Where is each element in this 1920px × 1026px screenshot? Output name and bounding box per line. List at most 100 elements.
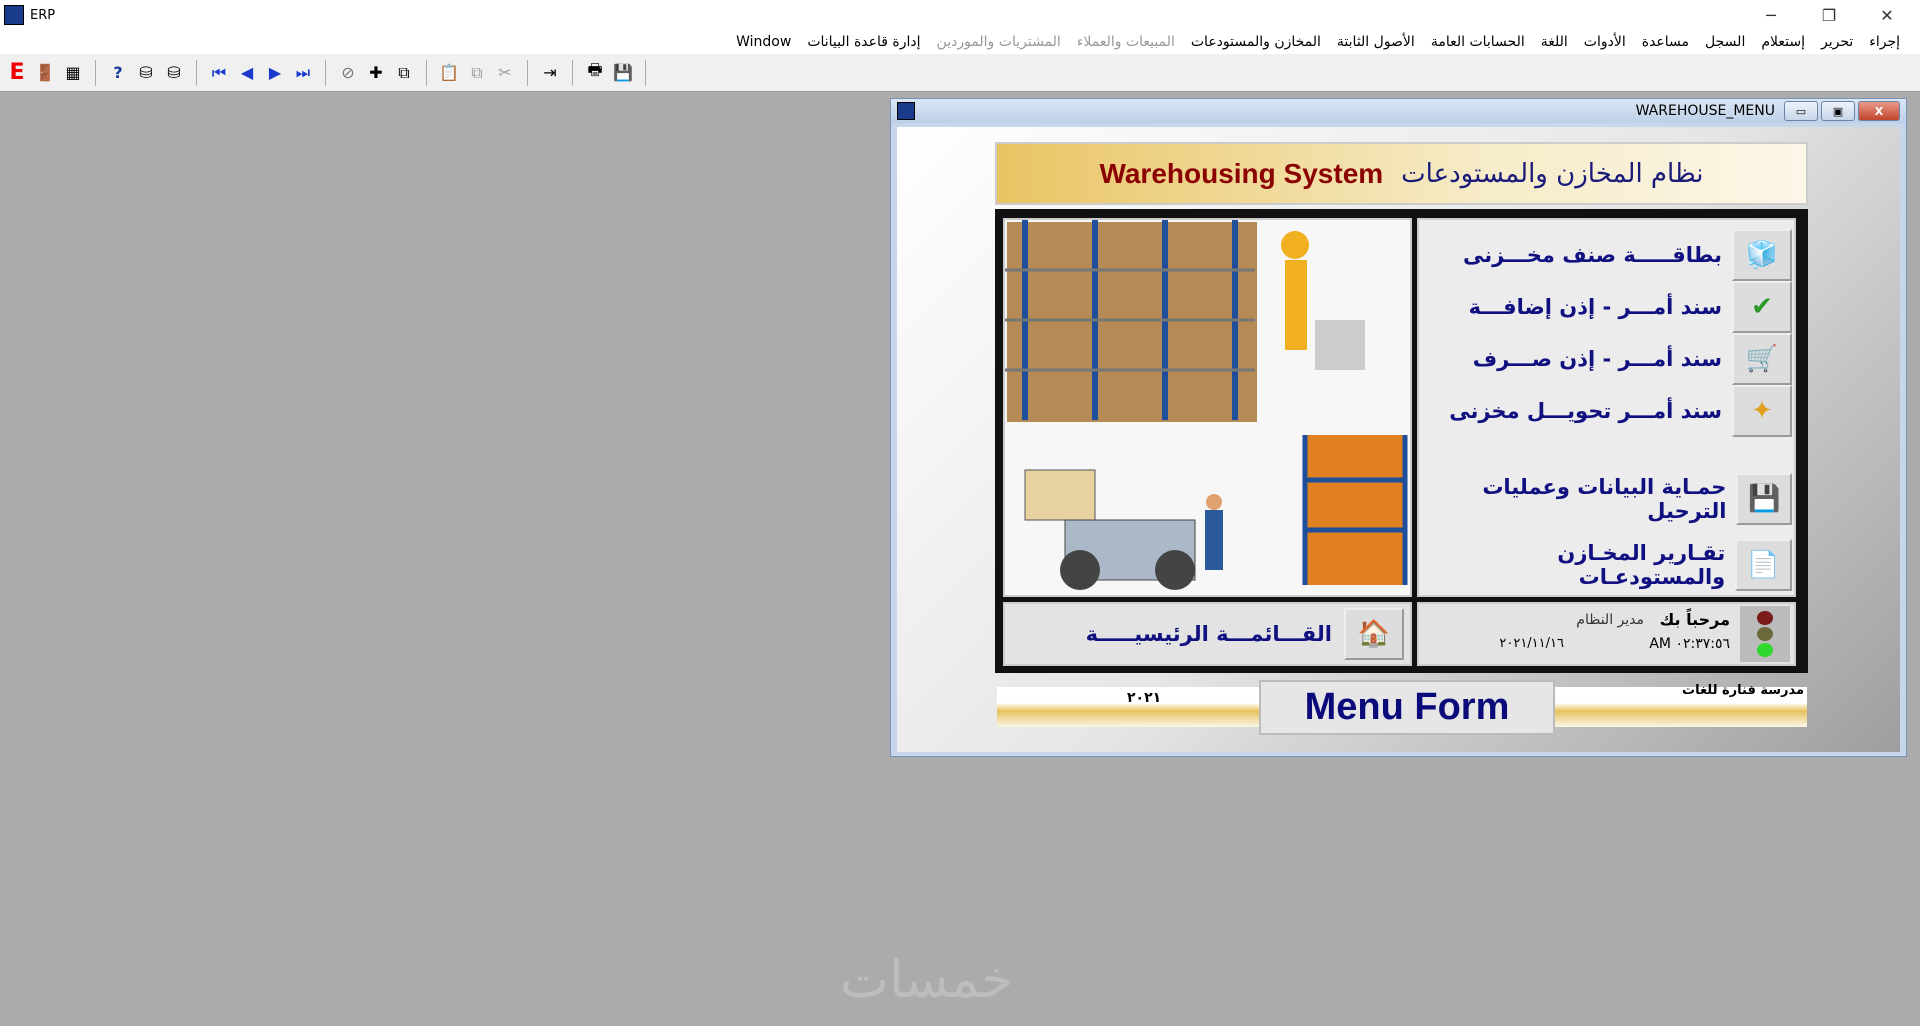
cancel-icon[interactable]: ⊘ (337, 62, 359, 84)
main-menu-home-button[interactable]: 🏠 (1344, 608, 1404, 660)
menu-item-label: سند أمـــر - إذن إضافـــة (1468, 295, 1722, 319)
banner-title-en: Warehousing System (1099, 157, 1384, 189)
menu-bar: إجراء تحرير إستعلام السجل مساعدة الأدوات اللغة… (0, 30, 1920, 54)
menu-item-label: بطاقـــــة صنف مخـــزنى (1463, 243, 1722, 267)
child-title-bar: WAREHOUSE_MENU ▭ ▣ X (891, 99, 1906, 123)
cubes-icon: 🧊 (1745, 240, 1779, 270)
close-button[interactable]: ✕ (1864, 0, 1910, 30)
menu-item-button[interactable]: 📄 (1735, 539, 1792, 591)
menu-item-label: تقـارير المخـازن والمستودعـات (1557, 541, 1726, 589)
form-icon (897, 102, 915, 120)
menu-item-row[interactable]: بطاقـــــة صنف مخـــزنى 🧊 (1422, 228, 1792, 282)
menu-item[interactable]: المشتريات والموردين (937, 34, 1061, 50)
menu-item-button[interactable]: ✔ (1732, 281, 1792, 333)
menu-items-panel: بطاقـــــة صنف مخـــزنى 🧊 سند أمـــر - إذن… (1417, 218, 1796, 597)
menu-item[interactable]: الحسابات العامة (1431, 34, 1525, 50)
user-info-panel: مرحباً بك مدير النظام AM ٠٢:٣٧:٥٦ ٢٠٢١/١… (1417, 602, 1796, 666)
menu-item-row[interactable]: سند أمـــر - إذن إضافـــة ✔ (1422, 280, 1792, 334)
separator (527, 59, 528, 86)
separator (196, 59, 197, 86)
separator (95, 59, 96, 86)
menu-item[interactable]: اللغة (1541, 34, 1568, 50)
menu-item-row[interactable]: سند أمـــر تحويـــل مخزنى ✦ (1422, 384, 1792, 438)
checkmark-icon: ✔ (1751, 292, 1773, 322)
form-canvas: Warehousing System نظام المخازن والمستود… (897, 127, 1900, 752)
menu-item[interactable]: تحرير (1821, 34, 1853, 50)
app-title-bar: ERP ─ ❐ ✕ (0, 0, 1920, 30)
app-title: ERP (30, 7, 56, 23)
next-record-icon[interactable]: ▶ (264, 62, 286, 84)
app-icon (4, 5, 24, 25)
last-record-icon[interactable]: ⏭ (292, 62, 314, 84)
menu-item-row[interactable]: تقـارير المخـازن والمستودعـات 📄 (1422, 538, 1792, 592)
menu-item-label: سند أمـــر - إذن صـــرف (1472, 347, 1722, 371)
child-title: WAREHOUSE_MENU (1635, 103, 1775, 119)
menu-item-label: حمـاية البيانات وعمليات الترحيل (1482, 475, 1727, 523)
footer-year: ٢٠٢١ (1127, 690, 1162, 706)
menu-item[interactable]: إجراء (1869, 34, 1900, 50)
commit-icon[interactable]: ⇥ (539, 62, 561, 84)
child-close-button[interactable]: X (1858, 101, 1900, 121)
help-button[interactable]: ? (107, 62, 129, 84)
form-icon[interactable]: ▦ (62, 62, 84, 84)
menu-item[interactable]: المبيعات والعملاء (1077, 34, 1175, 50)
separator (572, 59, 573, 86)
menu-item-label: سند أمـــر تحويـــل مخزنى (1449, 399, 1722, 423)
transfer-icon: ✦ (1751, 396, 1773, 426)
exit-button[interactable]: E (6, 60, 28, 85)
menu-item[interactable]: إستعلام (1761, 34, 1805, 50)
previous-record-icon[interactable]: ◀ (236, 62, 258, 84)
watermark: خمسات (840, 950, 1014, 1010)
menu-item[interactable]: إدارة قاعدة البيانات (807, 34, 920, 50)
traffic-light-icon (1740, 606, 1790, 662)
cut-icon[interactable]: ✂ (494, 62, 516, 84)
form-name-label: Menu Form (1259, 680, 1555, 735)
current-time: AM ٠٢:٣٧:٥٦ (1649, 636, 1730, 652)
main-menu-label: القـــائمـــة الرئيسيـــــة (1085, 622, 1332, 646)
system-banner: Warehousing System نظام المخازن والمستود… (995, 142, 1808, 205)
child-maximize-button[interactable]: ▣ (1821, 101, 1855, 121)
menu-item[interactable]: المخازن والمستودعات (1191, 34, 1321, 50)
separator (426, 59, 427, 86)
user-name: مدير النظام (1576, 612, 1644, 628)
menu-item[interactable]: Window (736, 34, 791, 50)
menu-item-button[interactable]: ✦ (1732, 385, 1792, 437)
menu-item-button[interactable]: 💾 (1736, 473, 1792, 525)
welcome-text: مرحباً بك (1659, 610, 1730, 629)
minimize-button[interactable]: ─ (1748, 0, 1794, 30)
warehouse-menu-window: WAREHOUSE_MENU ▭ ▣ X Warehousing System … (890, 98, 1907, 757)
save-icon[interactable]: 💾 (612, 62, 634, 84)
report-icon: 📄 (1747, 550, 1780, 580)
copy-icon[interactable]: ⧉ (466, 62, 488, 84)
menu-item[interactable]: الأصول الثابتة (1337, 34, 1415, 50)
menu-item-button[interactable]: 🛒 (1732, 333, 1792, 385)
query-run-icon[interactable]: ⛁ (163, 62, 185, 84)
save-icon: 💾 (1748, 484, 1781, 514)
warehouse-illustration (1003, 218, 1412, 597)
print-icon[interactable]: 🖶 (584, 60, 606, 84)
separator (645, 59, 646, 86)
query-icon[interactable]: ⛁ (135, 62, 157, 84)
first-record-icon[interactable]: ⏮ (208, 62, 230, 84)
insert-record-icon[interactable]: ✚ (365, 62, 387, 84)
school-name: مدرسة فنارة للغات (1682, 683, 1805, 698)
cart-icon: 🛒 (1745, 344, 1779, 374)
menu-frame: بطاقـــــة صنف مخـــزنى 🧊 سند أمـــر - إذن… (995, 209, 1808, 673)
house-icon: 🏠 (1357, 619, 1391, 649)
main-menu-panel: القـــائمـــة الرئيسيـــــة 🏠 (1003, 602, 1412, 666)
menu-item[interactable]: الأدوات (1584, 34, 1626, 50)
restore-button[interactable]: ❐ (1806, 0, 1852, 30)
delete-record-icon[interactable]: ⧉ (393, 62, 415, 84)
current-date: ٢٠٢١/١١/١٦ (1499, 636, 1564, 651)
door-icon[interactable]: 🚪 (34, 62, 56, 84)
banner-title-ar: نظام المخازن والمستودعات (1401, 158, 1704, 189)
child-minimize-button[interactable]: ▭ (1784, 101, 1818, 121)
separator (325, 59, 326, 86)
paste-icon[interactable]: 📋 (438, 62, 460, 84)
menu-item[interactable]: مساعدة (1642, 34, 1689, 50)
menu-item[interactable]: السجل (1705, 34, 1745, 50)
toolbar: E 🚪 ▦ ? ⛁ ⛁ ⏮ ◀ ▶ ⏭ ⊘ ✚ ⧉ 📋 ⧉ ✂ ⇥ 🖶 💾 (0, 54, 1920, 92)
menu-item-row[interactable]: سند أمـــر - إذن صـــرف 🛒 (1422, 332, 1792, 386)
menu-item-button[interactable]: 🧊 (1732, 229, 1792, 281)
menu-item-row[interactable]: حمـاية البيانات وعمليات الترحيل 💾 (1422, 472, 1792, 526)
